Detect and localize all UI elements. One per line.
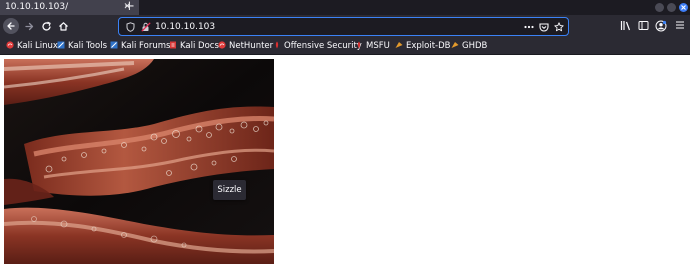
offsec-icon [275,41,279,49]
bookmark-label: NetHunter [229,41,274,51]
kali-icon [6,41,14,49]
navigation-toolbar: 10.10.10.103 [0,15,690,38]
kali-tools-icon [57,41,65,49]
bookmarks-toolbar: Kali Linux Kali Tools Kali Forums Kali D… [0,38,690,55]
minimize-window-button[interactable] [655,3,664,12]
shield-icon[interactable] [126,22,135,32]
close-window-button[interactable] [679,3,688,12]
bookmark-nethunter[interactable]: NetHunter [218,38,273,54]
bookmark-star-icon[interactable] [554,22,564,32]
tab-title: 10.10.10.103/ [5,2,69,12]
bookmark-kali-linux[interactable]: Kali Linux [6,38,58,54]
bookmark-label: MSFU [366,41,390,51]
bookmark-label: Kali Forums [121,41,171,51]
msfu-icon [357,41,361,49]
bookmark-label: Kali Tools [68,41,107,51]
bookmark-label: Exploit-DB [406,41,451,51]
bacon-photo [4,59,274,264]
bookmark-label: Kali Linux [17,41,58,51]
new-tab-button[interactable]: + [124,0,135,14]
back-button[interactable] [3,18,19,34]
bookmark-ghdb[interactable]: GHDB [451,38,487,54]
bookmark-msfu[interactable]: MSFU [355,38,390,54]
bookmark-kali-docs[interactable]: Kali Docs [169,38,219,54]
bacon-image[interactable] [4,59,274,264]
bookmark-label: Offensive Security [284,41,362,51]
bookmark-label: Kali Docs [180,41,219,51]
kali-docs-icon [170,41,176,49]
page-content: Sizzle [0,55,690,269]
bookmark-kali-forums[interactable]: Kali Forums [110,38,170,54]
url-text[interactable]: 10.10.10.103 [155,20,215,34]
forward-button[interactable] [22,19,37,34]
bookmark-offensive-security[interactable]: Offensive Security [273,38,362,54]
url-bar[interactable]: 10.10.10.103 [118,17,569,36]
maximize-window-button[interactable] [667,3,676,12]
pocket-icon[interactable] [539,22,549,32]
reload-button[interactable] [39,19,54,34]
bookmark-label: GHDB [462,41,488,51]
tab-strip: 10.10.10.103/ ✕ + [0,0,690,15]
page-actions-icon[interactable] [524,25,534,29]
close-icon [681,5,686,10]
menu-icon[interactable] [675,20,685,30]
bookmark-kali-tools[interactable]: Kali Tools [57,38,107,54]
sidebar-icon[interactable] [638,20,649,31]
insecure-lock-icon[interactable] [141,22,151,32]
account-icon[interactable] [655,20,667,32]
arrow-left-icon [7,22,15,30]
ghdb-icon [451,42,459,48]
image-tooltip: Sizzle [213,180,246,200]
exploitdb-icon [395,42,403,48]
tab-active[interactable]: 10.10.10.103/ ✕ [0,0,139,15]
library-icon[interactable] [620,20,632,31]
kali-forums-icon [110,41,118,49]
home-button[interactable] [56,19,71,34]
nethunter-icon [218,41,226,49]
bookmark-exploit-db[interactable]: Exploit-DB [395,38,451,54]
